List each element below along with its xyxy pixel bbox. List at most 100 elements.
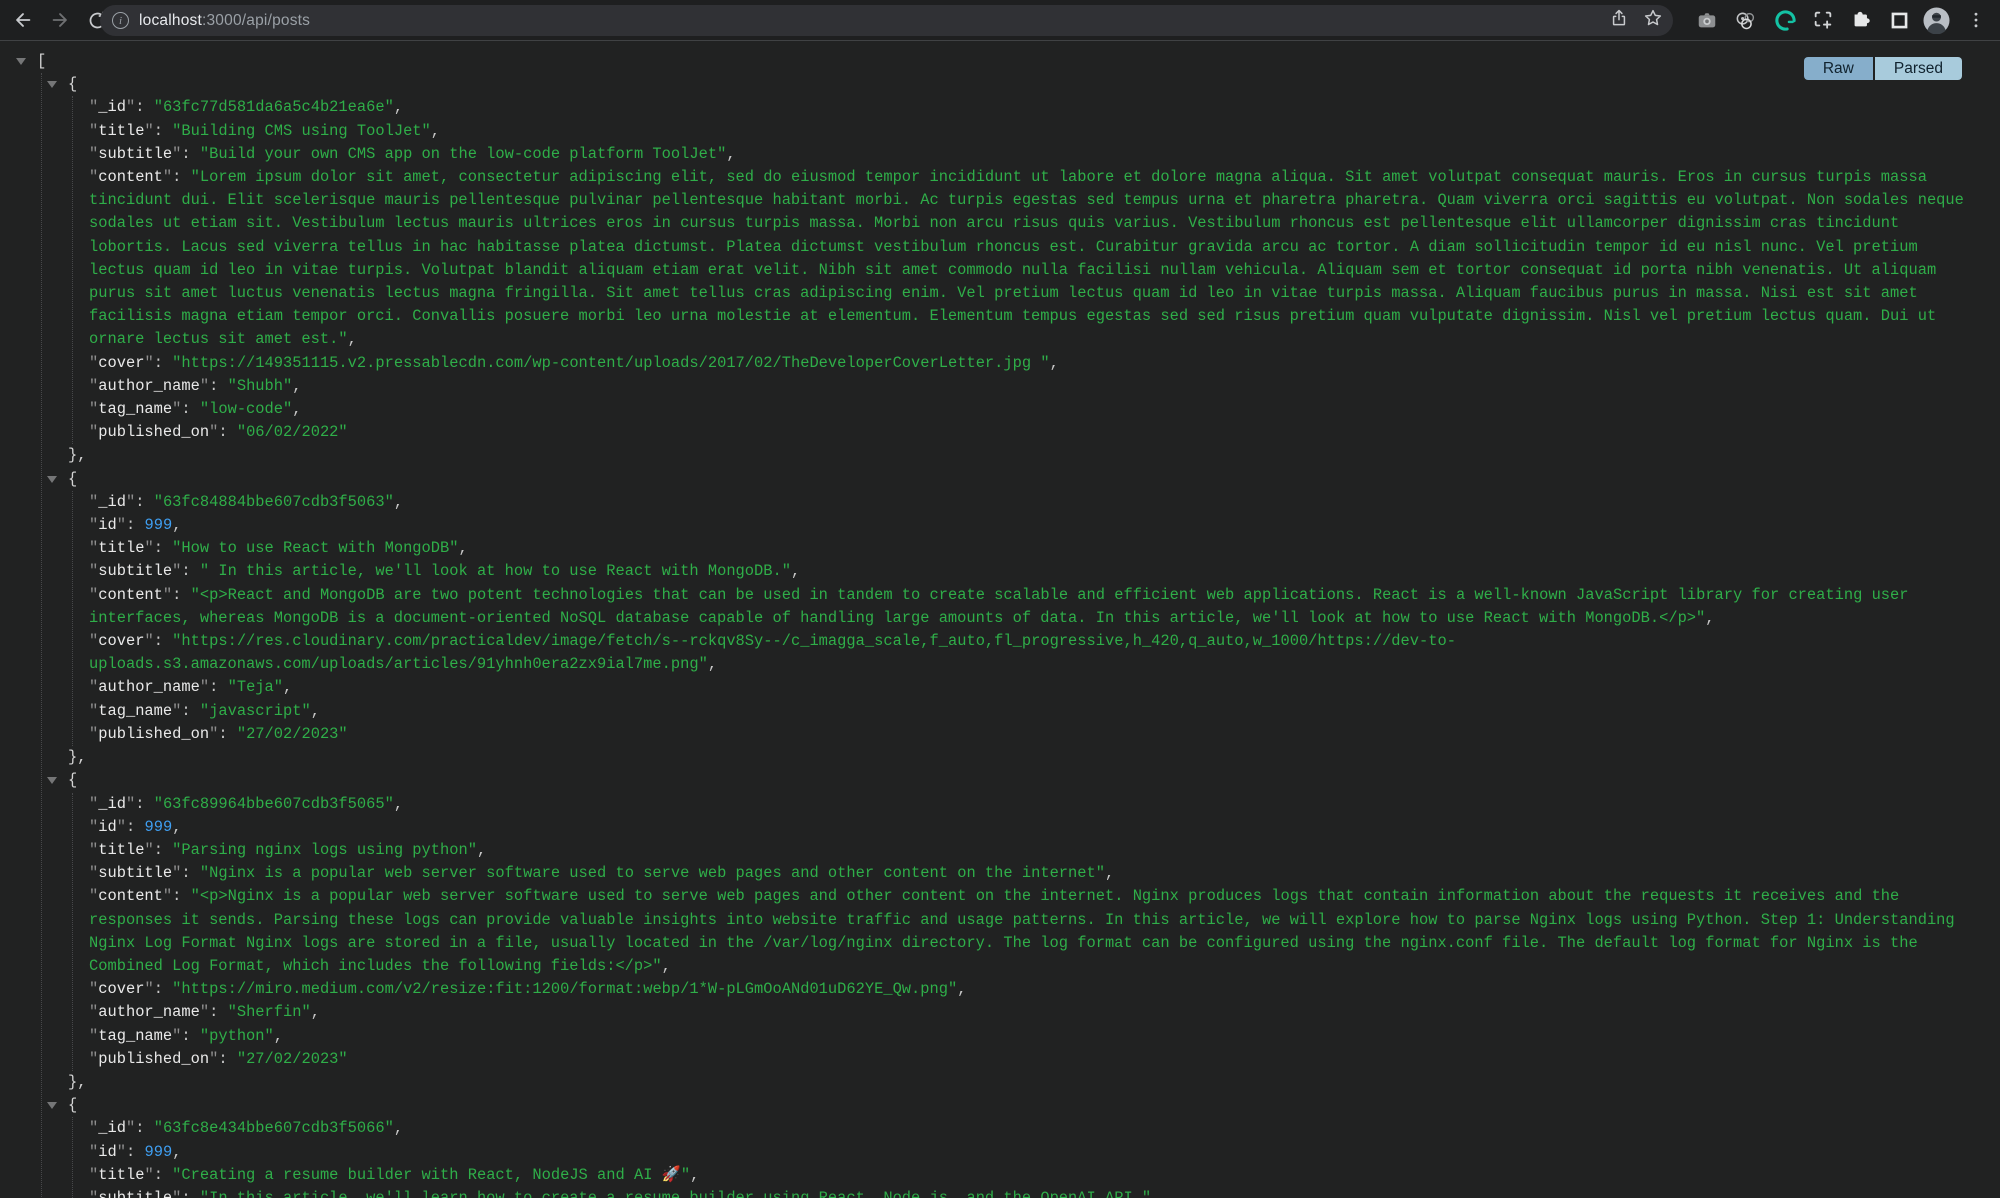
key-quote: " xyxy=(89,492,99,511)
key-quote: " xyxy=(89,678,99,697)
screen-capture-icon[interactable] xyxy=(1808,5,1838,35)
info-icon[interactable]: i xyxy=(112,12,129,29)
json-string-value: "Sherfin" xyxy=(227,1003,311,1022)
json-object-fields: "_id": "63fc84884bbe607cdb3f5063", "id": … xyxy=(72,490,1976,747)
reading-mode-icon[interactable] xyxy=(1884,5,1914,35)
comma: , xyxy=(172,1142,182,1161)
comma: , xyxy=(393,98,404,117)
colon: : xyxy=(209,376,228,395)
key-quote: " xyxy=(89,121,99,140)
colon: : xyxy=(125,516,145,535)
key-quote: " xyxy=(144,840,154,859)
profile-avatar[interactable] xyxy=(1921,5,1951,35)
bookmark-star-icon[interactable] xyxy=(1643,8,1663,33)
comma: , xyxy=(292,376,302,395)
json-key: _id xyxy=(98,794,126,813)
comma: , xyxy=(1049,353,1059,372)
extensions-puzzle-icon[interactable] xyxy=(1846,5,1876,35)
key-quote: " xyxy=(209,1049,219,1068)
json-object-fields: "_id": "63fc77d581da6a5c4b21ea6e", "title… xyxy=(72,96,1976,445)
colon: : xyxy=(181,144,200,163)
colon: : xyxy=(153,840,173,859)
menu-dots-icon[interactable] xyxy=(1961,5,1991,35)
comma: , xyxy=(957,980,967,999)
colon: : xyxy=(153,632,173,651)
json-string-value: "63fc8e434bbe607cdb3f5066" xyxy=(153,1119,394,1138)
json-bracket: { xyxy=(68,469,78,488)
key-quote: " xyxy=(89,840,99,859)
collapse-toggle-icon[interactable] xyxy=(47,777,57,785)
json-row: "_id": "63fc8e434bbe607cdb3f5066", xyxy=(89,1117,1976,1140)
json-string-value: "Teja" xyxy=(227,678,284,697)
media-extension-icon[interactable] xyxy=(1730,5,1760,35)
json-key: published_on xyxy=(98,1049,210,1068)
json-row: [ xyxy=(16,50,1976,73)
colon: : xyxy=(135,98,154,117)
json-key: tag_name xyxy=(98,1026,173,1045)
key-quote: " xyxy=(172,1026,182,1045)
json-row: "subtitle": "In this article, we'll lear… xyxy=(89,1187,1976,1198)
browser-toolbar: i localhost:3000/api/posts xyxy=(0,0,2000,41)
key-quote: " xyxy=(144,632,154,651)
comma: , xyxy=(790,562,801,581)
colon: : xyxy=(172,585,191,604)
json-row: "id": 999, xyxy=(89,816,1976,839)
key-quote: " xyxy=(89,1142,99,1161)
comma: , xyxy=(273,1026,284,1045)
json-row: "author_name": "Shubh", xyxy=(89,375,1976,398)
comma: , xyxy=(347,330,357,349)
key-quote: " xyxy=(89,980,99,999)
json-string-value: "https://149351115.v2.pressablecdn.com/w… xyxy=(172,353,1050,372)
colon: : xyxy=(135,794,154,813)
colon: : xyxy=(218,1049,237,1068)
json-row: "title": "Parsing nginx logs using pytho… xyxy=(89,839,1976,862)
comma: , xyxy=(172,516,182,535)
key-quote: " xyxy=(89,1049,99,1068)
json-tree: [{"_id": "63fc77d581da6a5c4b21ea6e", "tit… xyxy=(0,41,2000,1198)
parsed-button[interactable]: Parsed xyxy=(1874,57,1962,80)
json-row: "id": 999, xyxy=(89,1141,1976,1164)
forward-icon[interactable] xyxy=(45,5,75,35)
key-quote: " xyxy=(89,353,99,372)
json-row: }, xyxy=(68,444,1976,467)
key-quote: " xyxy=(89,794,99,813)
json-key: cover xyxy=(98,632,145,651)
json-row: "subtitle": " In this article, we'll loo… xyxy=(89,560,1976,583)
raw-button[interactable]: Raw xyxy=(1803,57,1873,80)
json-key: cover xyxy=(98,980,145,999)
colon: : xyxy=(135,492,154,511)
key-quote: " xyxy=(209,423,219,442)
key-quote: " xyxy=(144,980,154,999)
json-key: _id xyxy=(98,98,126,117)
back-icon[interactable] xyxy=(8,5,38,35)
colon: : xyxy=(153,539,173,558)
key-quote: " xyxy=(89,168,99,187)
key-quote: " xyxy=(89,724,99,743)
colon: : xyxy=(209,1003,228,1022)
json-string-value: "<p>React and MongoDB are two potent tec… xyxy=(89,585,1918,627)
key-quote: " xyxy=(144,539,154,558)
address-bar[interactable]: i localhost:3000/api/posts xyxy=(100,5,1673,36)
json-string-value: "How to use React with MongoDB" xyxy=(172,539,459,558)
url-host: localhost xyxy=(139,11,202,29)
json-row: "_id": "63fc89964bbe607cdb3f5065", xyxy=(89,793,1976,816)
json-key: published_on xyxy=(98,724,210,743)
json-key: subtitle xyxy=(98,144,173,163)
colon: : xyxy=(181,400,200,419)
grammarly-icon[interactable] xyxy=(1770,5,1800,35)
key-quote: " xyxy=(89,1188,99,1198)
key-quote: " xyxy=(172,144,182,163)
json-key: published_on xyxy=(98,423,210,442)
camera-extension-icon[interactable] xyxy=(1692,5,1722,35)
key-quote: " xyxy=(89,1026,99,1045)
collapse-toggle-icon[interactable] xyxy=(47,81,57,89)
share-icon[interactable] xyxy=(1609,8,1629,33)
collapse-toggle-icon[interactable] xyxy=(47,475,57,483)
json-row: "id": 999, xyxy=(89,514,1976,537)
colon: : xyxy=(153,353,173,372)
json-row: "title": "How to use React with MongoDB"… xyxy=(89,537,1976,560)
collapse-toggle-icon[interactable] xyxy=(47,1102,57,1110)
json-row: "subtitle": "Build your own CMS app on t… xyxy=(89,143,1976,166)
collapse-toggle-icon[interactable] xyxy=(16,58,26,65)
key-quote: " xyxy=(89,1119,99,1138)
